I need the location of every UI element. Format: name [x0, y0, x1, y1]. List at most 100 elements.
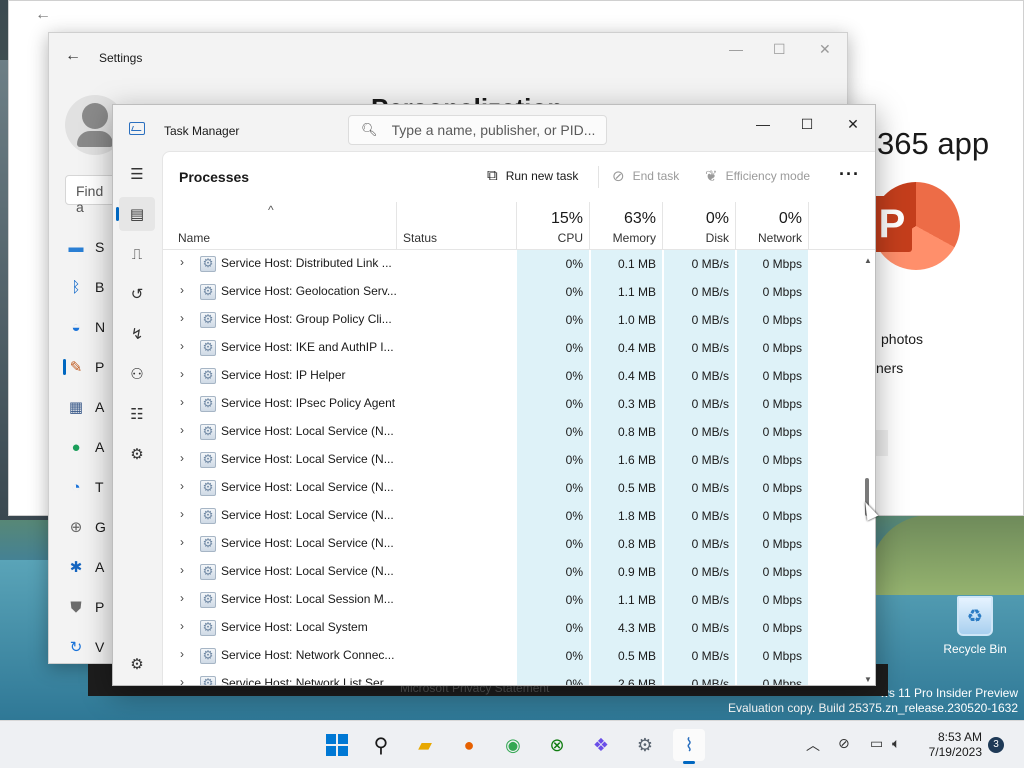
more-options-icon[interactable]: ···	[839, 164, 860, 185]
expand-chevron-icon[interactable]: ›	[180, 535, 184, 549]
details-nav-icon[interactable]: ☷	[119, 397, 155, 431]
table-row[interactable]: › Service Host: Network Connec... 0%0.5 MB…	[163, 642, 861, 670]
table-row[interactable]: › Service Host: Local Service (N... 0%1.8 …	[163, 502, 861, 530]
expand-chevron-icon[interactable]: ›	[180, 423, 184, 437]
settings-nav-gaming[interactable]: ⊕ G	[67, 515, 115, 539]
file-explorer-icon[interactable]: ▰	[409, 729, 441, 761]
expand-chevron-icon[interactable]: ›	[180, 619, 184, 633]
minimize-button[interactable]: —	[740, 109, 786, 139]
settings-nav-system[interactable]: ▬ S	[67, 235, 115, 259]
table-row[interactable]: › Service Host: Distributed Link ... 0%0.1…	[163, 250, 861, 278]
hamburger-menu-icon[interactable]: ☰	[119, 157, 155, 191]
processes-nav-icon[interactable]: ▤	[116, 197, 155, 231]
task-manager-window[interactable]: Task Manager 🔍︎ — ☐ ✕ ☰ ▤ ⎍ ↺ ↯ ⚇ ☷ ⚙ ⚙ …	[112, 104, 876, 686]
expand-chevron-icon[interactable]: ›	[180, 311, 184, 325]
task-manager-titlebar[interactable]: Task Manager 🔍︎ — ☐ ✕	[113, 105, 875, 151]
settings-nav-icon[interactable]: ⚙	[119, 647, 155, 681]
close-icon[interactable]: ✕	[819, 41, 831, 58]
table-row[interactable]: › Service Host: Local System 0%4.3 MB0 MB/…	[163, 614, 861, 642]
table-row[interactable]: › Service Host: IKE and AuthIP I... 0%0.4 …	[163, 334, 861, 362]
run-new-task-button[interactable]: ⧉ Run new task	[487, 167, 578, 184]
notification-badge[interactable]: 3	[988, 737, 1004, 753]
settings-icon[interactable]: ⚙	[629, 729, 661, 761]
scroll-up-icon[interactable]: ▲	[864, 256, 872, 265]
table-row[interactable]: › Service Host: IPsec Policy Agent 0%0.3 M…	[163, 390, 861, 418]
end-task-button[interactable]: ⊘ End task	[612, 167, 679, 185]
table-row[interactable]: › Service Host: IP Helper 0%0.4 MB0 MB/s0 …	[163, 362, 861, 390]
volume-icon[interactable]: 🔈︎	[892, 735, 900, 752]
memory-column-header[interactable]: 63% Memory	[590, 202, 663, 250]
close-button[interactable]: ✕	[830, 109, 875, 139]
app-history-nav-icon[interactable]: ↺	[119, 277, 155, 311]
expand-chevron-icon[interactable]: ›	[180, 507, 184, 521]
name-column-header[interactable]: ^ Name	[163, 202, 397, 250]
settings-nav-apps[interactable]: ▦ A	[67, 395, 115, 419]
memory-value: 1.0 MB	[590, 306, 662, 334]
scroll-down-icon[interactable]: ▼	[864, 675, 872, 684]
search-icon[interactable]: ⚲	[365, 729, 397, 761]
table-row[interactable]: › Service Host: Local Service (N... 0%0.8 …	[163, 530, 861, 558]
expand-chevron-icon[interactable]: ›	[180, 339, 184, 353]
settings-nav-privacy[interactable]: ⛊ P	[67, 595, 115, 619]
table-row[interactable]: › Service Host: Local Service (N... 0%1.6 …	[163, 446, 861, 474]
cpu-column-header[interactable]: 15% CPU	[517, 202, 590, 250]
display-icon[interactable]: ▭	[870, 735, 883, 752]
users-nav-icon[interactable]: ⚇	[119, 357, 155, 391]
status-column-header[interactable]: Status	[397, 202, 517, 250]
chrome-icon[interactable]: ◉	[497, 729, 529, 761]
expand-chevron-icon[interactable]: ›	[180, 283, 184, 297]
table-row[interactable]: › Service Host: Network List Ser... 0%2.6 …	[163, 670, 861, 685]
task-manager-icon[interactable]: ⌇	[673, 729, 705, 764]
maximize-icon[interactable]: ☐	[773, 41, 786, 58]
expand-chevron-icon[interactable]: ›	[180, 647, 184, 661]
cpu-total-percent: 15%	[550, 210, 583, 227]
xbox-icon[interactable]: ⊗	[541, 729, 573, 761]
network-value: 0 Mbps	[736, 418, 808, 446]
expand-chevron-icon[interactable]: ›	[180, 675, 184, 685]
network-off-icon[interactable]: ⊘	[838, 735, 850, 752]
expand-chevron-icon[interactable]: ›	[180, 395, 184, 409]
expand-chevron-icon[interactable]: ›	[180, 479, 184, 493]
settings-nav-windows-update[interactable]: ↻ V	[67, 635, 115, 659]
expand-chevron-icon[interactable]: ›	[180, 255, 184, 269]
chevron-up-icon[interactable]: ︿	[806, 735, 820, 755]
process-list-scrollbar[interactable]: ▲ ▼	[861, 250, 875, 685]
memory-value: 4.3 MB	[590, 614, 662, 642]
process-search-box[interactable]: 🔍︎	[348, 115, 607, 145]
table-row[interactable]: › Service Host: Local Session M... 0%1.1 M…	[163, 586, 861, 614]
settings-nav-bluetooth[interactable]: ᛒB	[67, 275, 115, 299]
disk-column-header[interactable]: 0% Disk	[663, 202, 736, 250]
taskbar-clock[interactable]: 8:53 AM 7/19/2023	[918, 730, 982, 760]
settings-nav-time[interactable]: ◔ T	[67, 475, 115, 499]
maximize-button[interactable]: ☐	[784, 109, 830, 139]
performance-nav-icon[interactable]: ⎍	[119, 237, 155, 271]
copilot-icon[interactable]: ❖	[585, 729, 617, 761]
expand-chevron-icon[interactable]: ›	[180, 591, 184, 605]
start-icon[interactable]	[321, 729, 353, 761]
table-row[interactable]: › Service Host: Local Service (N... 0%0.9 …	[163, 558, 861, 586]
expand-chevron-icon[interactable]: ›	[180, 563, 184, 577]
settings-back-icon[interactable]: ←	[65, 47, 81, 65]
expand-chevron-icon[interactable]: ›	[180, 367, 184, 381]
settings-nav-accounts[interactable]: ● A	[67, 435, 115, 459]
table-row[interactable]: › Service Host: Group Policy Cli... 0%1.0 …	[163, 306, 861, 334]
expand-chevron-icon[interactable]: ›	[180, 451, 184, 465]
settings-nav-accessibility[interactable]: ✱ A	[67, 555, 115, 579]
table-row[interactable]: › Service Host: Local Service (N... 0%0.5 …	[163, 474, 861, 502]
network-column-header[interactable]: 0% Network	[736, 202, 809, 250]
services-nav-icon[interactable]: ⚙	[119, 437, 155, 471]
settings-nav-network[interactable]: ◒ N	[67, 315, 115, 339]
table-row[interactable]: › Service Host: Geolocation Serv... 0%1.1 …	[163, 278, 861, 306]
back-arrow-icon[interactable]: ←	[35, 6, 51, 24]
disk-value: 0 MB/s	[663, 502, 735, 530]
settings-nav-personalization[interactable]: ✎ P	[63, 355, 115, 379]
table-row[interactable]: › Service Host: Local Service (N... 0%0.8 …	[163, 418, 861, 446]
startup-apps-nav-icon[interactable]: ↯	[119, 317, 155, 351]
update-icon: ↻	[69, 639, 83, 656]
minimize-icon[interactable]: —	[729, 41, 743, 57]
promo-button-edge[interactable]	[876, 430, 888, 456]
firefox-icon[interactable]: ●	[453, 729, 485, 761]
recycle-bin-shortcut[interactable]: Recycle Bin	[940, 596, 1010, 656]
efficiency-mode-button[interactable]: ❦ Efficiency mode	[705, 167, 810, 185]
process-search-input[interactable]	[391, 122, 602, 138]
